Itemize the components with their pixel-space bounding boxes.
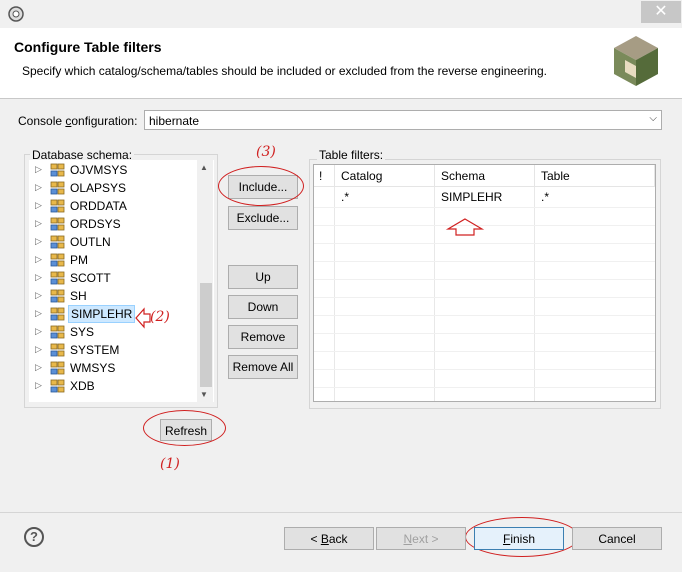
tree-item-label: SIMPLEHR: [68, 305, 136, 323]
wizard-header: Configure Table filters Specify which ca…: [0, 28, 682, 99]
hibernate-cube-icon: [614, 36, 658, 86]
close-button[interactable]: ✕: [641, 1, 681, 23]
tree-item[interactable]: ▷ SCOTT: [30, 269, 200, 287]
schema-icon: [50, 379, 65, 393]
schema-icon: [50, 199, 65, 213]
schema-icon: [50, 253, 65, 267]
up-button[interactable]: Up: [228, 265, 298, 289]
expand-arrow-icon[interactable]: ▷: [35, 218, 42, 229]
annotation-label-1: (1): [160, 456, 180, 472]
back-button[interactable]: < Back: [284, 527, 374, 550]
tree-item[interactable]: ▷ WMSYS: [30, 359, 200, 377]
up-arrow-annotation-icon: [445, 218, 485, 236]
annotation-ellipse-refresh: [143, 410, 226, 446]
tree-item[interactable]: ▷ XDB: [30, 377, 200, 395]
tree-item-label: PM: [70, 253, 88, 267]
expand-arrow-icon[interactable]: ▷: [35, 344, 42, 355]
annotation-ellipse-include: [218, 166, 304, 206]
tree-item-label: SYSTEM: [70, 343, 120, 357]
tree-item[interactable]: ▷ ORDDATA: [30, 197, 200, 215]
schema-icon: [50, 163, 65, 177]
cell-flag: [314, 188, 334, 206]
column-header-catalog[interactable]: Catalog: [335, 165, 435, 187]
schema-tree[interactable]: ▷ OJVMSYS ▷ OLAPSYS ▷ ORDDATA ▷ ORDSYS ▷ OUTLN ▷ PM…: [29, 160, 214, 402]
left-arrow-annotation-icon: [135, 307, 151, 329]
expand-arrow-icon[interactable]: ▷: [35, 290, 42, 301]
scroll-up-icon[interactable]: ▲: [200, 163, 208, 172]
cell-table: .*: [541, 190, 550, 204]
scroll-down-icon[interactable]: ▼: [200, 390, 208, 399]
tree-item[interactable]: ▷ SYSTEM: [30, 341, 200, 359]
tree-item-label: OJVMSYS: [70, 163, 128, 177]
column-header-table[interactable]: Table: [535, 165, 655, 187]
tree-item[interactable]: ▷ SH: [30, 287, 200, 305]
expand-arrow-icon[interactable]: ▷: [35, 200, 42, 211]
schema-icon: [50, 307, 65, 321]
remove-all-button[interactable]: Remove All: [228, 355, 298, 379]
console-config-select[interactable]: hibernate ⌵: [144, 110, 662, 130]
expand-arrow-icon[interactable]: ▷: [35, 308, 42, 319]
eclipse-icon: [8, 6, 24, 22]
page-description: Specify which catalog/schema/tables shou…: [22, 64, 547, 78]
console-config-label: Console configuration:: [18, 114, 138, 128]
tree-item[interactable]: ▷ SYS: [30, 323, 200, 341]
expand-arrow-icon[interactable]: ▷: [35, 254, 42, 265]
tree-item[interactable]: ▷ SIMPLEHR: [30, 305, 200, 323]
tree-item-label: ORDSYS: [70, 217, 121, 231]
annotation-label-3: (3): [256, 144, 276, 160]
tree-item-label: SH: [70, 289, 87, 303]
down-button[interactable]: Down: [228, 295, 298, 319]
schema-icon: [50, 181, 65, 195]
tree-item-label: ORDDATA: [70, 199, 127, 213]
cancel-button[interactable]: Cancel: [572, 527, 662, 550]
expand-arrow-icon[interactable]: ▷: [35, 272, 42, 283]
finish-button[interactable]: Finish: [474, 527, 564, 550]
scrollbar-thumb[interactable]: [200, 283, 212, 387]
expand-arrow-icon[interactable]: ▷: [35, 326, 42, 337]
tree-item-label: WMSYS: [70, 361, 116, 375]
tree-item[interactable]: ▷ OUTLN: [30, 233, 200, 251]
schema-icon: [50, 271, 65, 285]
annotation-label-2: (2): [150, 309, 170, 325]
cell-catalog: .*: [341, 190, 350, 204]
tree-item[interactable]: ▷ PM: [30, 251, 200, 269]
schema-icon: [50, 235, 65, 249]
expand-arrow-icon[interactable]: ▷: [35, 380, 42, 391]
console-config-value: hibernate: [149, 114, 200, 128]
filters-table[interactable]: ! Catalog Schema Table .* SIMPLEHR .*: [313, 164, 656, 402]
tree-item[interactable]: ▷ OJVMSYS: [30, 161, 200, 179]
page-title: Configure Table filters: [14, 39, 162, 55]
tree-item-label: OLAPSYS: [70, 181, 127, 195]
schema-icon: [50, 361, 65, 375]
tree-item[interactable]: ▷ OLAPSYS: [30, 179, 200, 197]
tree-item-label: SYS: [70, 325, 95, 339]
schema-icon: [50, 325, 65, 339]
cell-schema: SIMPLEHR: [441, 190, 503, 204]
column-header-schema[interactable]: Schema: [435, 165, 535, 187]
tree-item[interactable]: ▷ ORDSYS: [30, 215, 200, 233]
column-header-flag[interactable]: !: [314, 165, 335, 187]
expand-arrow-icon[interactable]: ▷: [35, 182, 42, 193]
table-filters-legend: Table filters:: [317, 148, 386, 162]
expand-arrow-icon[interactable]: ▷: [35, 236, 42, 247]
tree-item-label: OUTLN: [70, 235, 111, 249]
chevron-down-icon: ⌵: [649, 113, 657, 124]
footer-separator: [0, 512, 682, 513]
title-bar: ✕: [0, 0, 682, 29]
schema-icon: [50, 289, 65, 303]
exclude-button[interactable]: Exclude...: [228, 206, 298, 230]
expand-arrow-icon[interactable]: ▷: [35, 164, 42, 175]
help-icon[interactable]: ?: [24, 527, 44, 547]
next-button[interactable]: Next >: [376, 527, 466, 550]
schema-icon: [50, 343, 65, 357]
expand-arrow-icon[interactable]: ▷: [35, 362, 42, 373]
tree-item-label: XDB: [70, 379, 95, 393]
remove-button[interactable]: Remove: [228, 325, 298, 349]
tree-item-label: SCOTT: [70, 271, 111, 285]
schema-icon: [50, 217, 65, 231]
